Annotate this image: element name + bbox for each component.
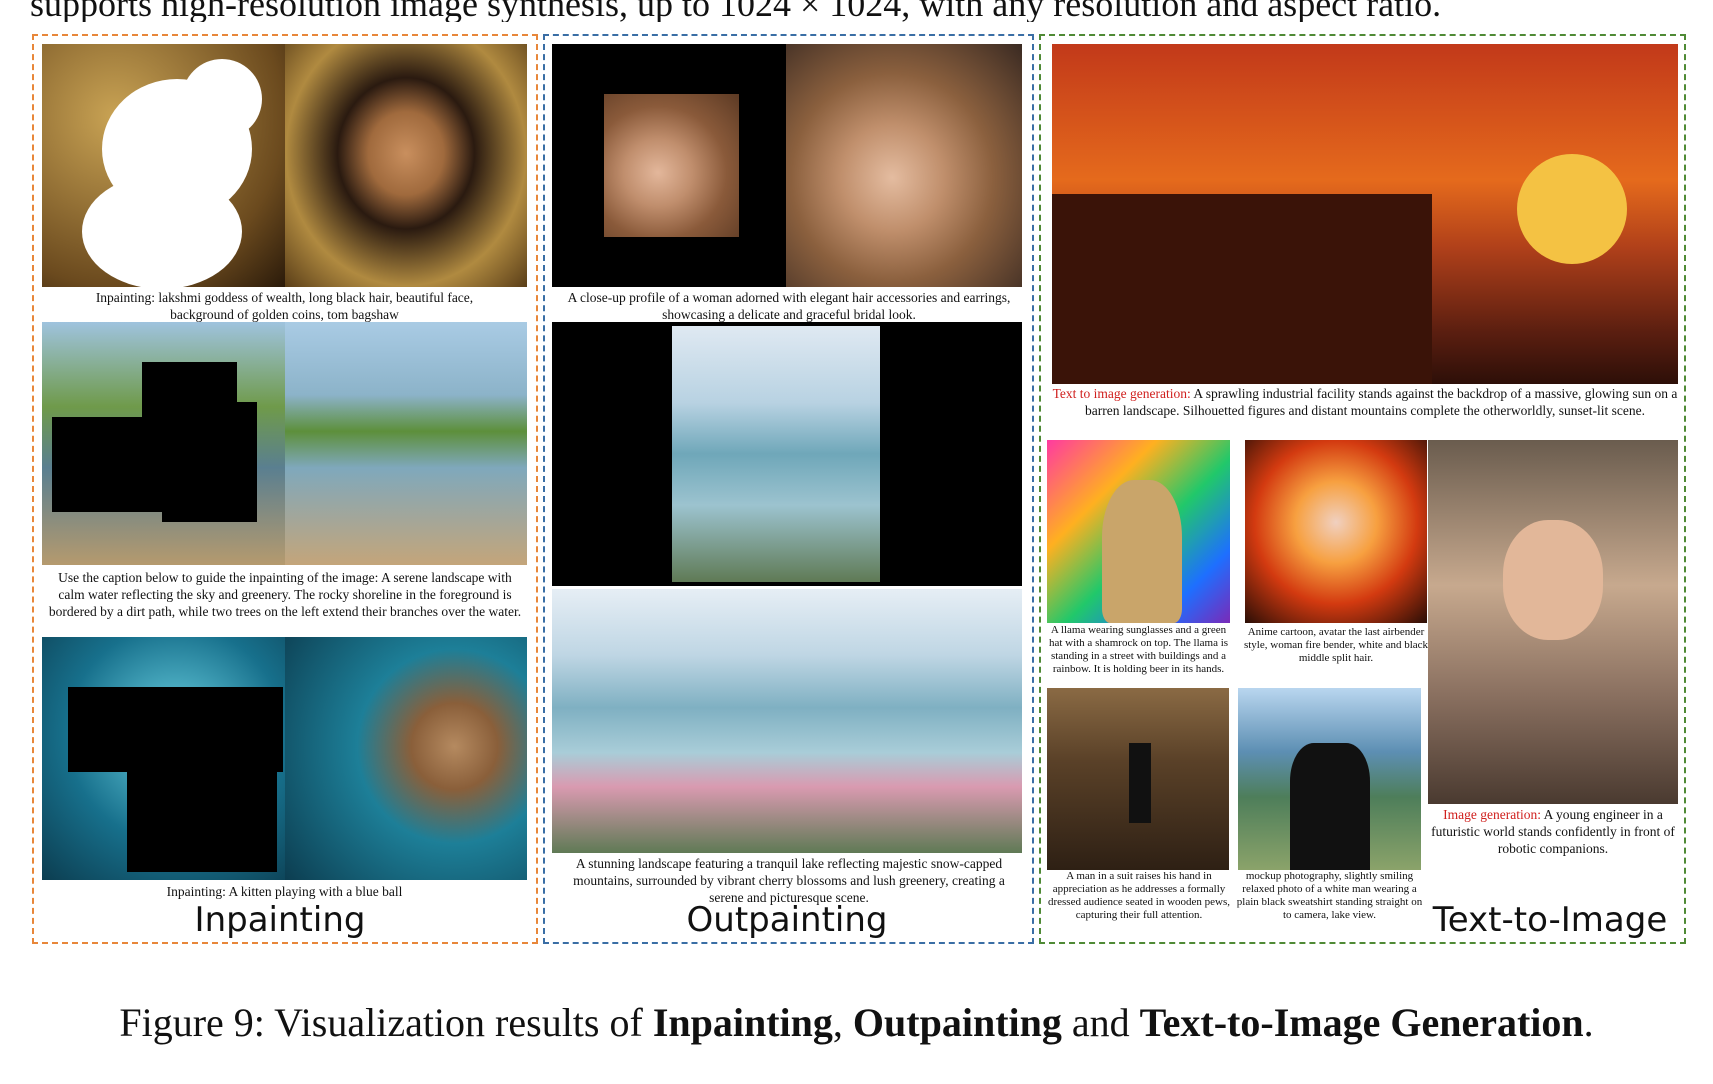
man-lake-image xyxy=(1238,688,1421,870)
engineer-face xyxy=(1503,520,1603,640)
man-figure xyxy=(1290,743,1370,870)
top-cutoff-text: supports high-resolution image synthesis… xyxy=(30,0,1442,22)
figure-caption-suffix: . xyxy=(1583,1000,1594,1045)
kitten-caption: Inpainting: A kitten playing with a blue… xyxy=(166,884,403,899)
figure-caption-prefix: Figure 9: Visualization results of xyxy=(119,1000,653,1045)
goddess-caption: Inpainting: lakshmi goddess of wealth, l… xyxy=(95,290,474,322)
caption-label: Text to image generation: xyxy=(1052,386,1191,401)
bride-result-image xyxy=(786,44,1022,287)
figure-caption-sep: , xyxy=(832,1000,853,1045)
anime-caption: Anime cartoon, avatar the last airbender… xyxy=(1243,626,1429,664)
text-to-image-title: Text-to-Image xyxy=(1432,900,1668,940)
bride-crop xyxy=(604,94,739,237)
engineer-image xyxy=(1428,440,1678,804)
sun xyxy=(1517,154,1627,264)
factory-silhouette xyxy=(1052,194,1432,384)
conductor-caption: A man in a suit raises his hand in appre… xyxy=(1047,870,1231,921)
landscape-result-image xyxy=(552,589,1022,853)
figure-caption-sep: and xyxy=(1061,1000,1140,1045)
inpaint-mask xyxy=(182,59,262,139)
conductor-image xyxy=(1047,688,1229,870)
conductor xyxy=(1129,743,1151,823)
kitten-result-image xyxy=(285,637,527,880)
inpaint-mask xyxy=(127,757,277,872)
figure-caption-term: Outpainting xyxy=(852,1000,1062,1045)
bride-caption: A close-up profile of a woman adorned wi… xyxy=(567,290,1011,322)
figure-caption: Figure 9: Visualization results of Inpai… xyxy=(0,998,1713,1048)
industrial-sunset-image xyxy=(1052,44,1678,384)
figure-caption-term: Text-to-Image Generation xyxy=(1139,1000,1584,1045)
anime-firebender-image xyxy=(1245,440,1427,623)
lake-result-image xyxy=(285,322,527,565)
landscape-input-image xyxy=(552,322,1022,586)
llama-caption: A llama wearing sunglasses and a green h… xyxy=(1048,624,1229,675)
goddess-result-image xyxy=(285,44,527,287)
engineer-caption: Image generation: A young engineer in a … xyxy=(1428,806,1678,857)
industrial-caption: Text to image generation: A sprawling in… xyxy=(1050,385,1680,419)
figure-caption-term: Inpainting xyxy=(652,1000,833,1045)
outpainting-title: Outpainting xyxy=(686,900,888,940)
goddess-masked-image xyxy=(42,44,285,287)
caption-label: Image generation: xyxy=(1443,807,1541,822)
landscape-crop xyxy=(672,326,880,582)
lake-caption: Use the caption below to guide the inpai… xyxy=(48,570,522,619)
llama-image xyxy=(1047,440,1230,623)
man-caption: mockup photography, slightly smiling rel… xyxy=(1236,870,1423,921)
landscape-caption: A stunning landscape featuring a tranqui… xyxy=(573,856,1005,905)
inpaint-mask xyxy=(82,174,242,287)
bride-input-image xyxy=(552,44,786,287)
lake-masked-image xyxy=(42,322,285,565)
kitten-masked-image xyxy=(42,637,285,880)
inpaint-mask xyxy=(162,402,257,522)
llama xyxy=(1102,480,1182,623)
inpainting-title: Inpainting xyxy=(194,900,366,940)
